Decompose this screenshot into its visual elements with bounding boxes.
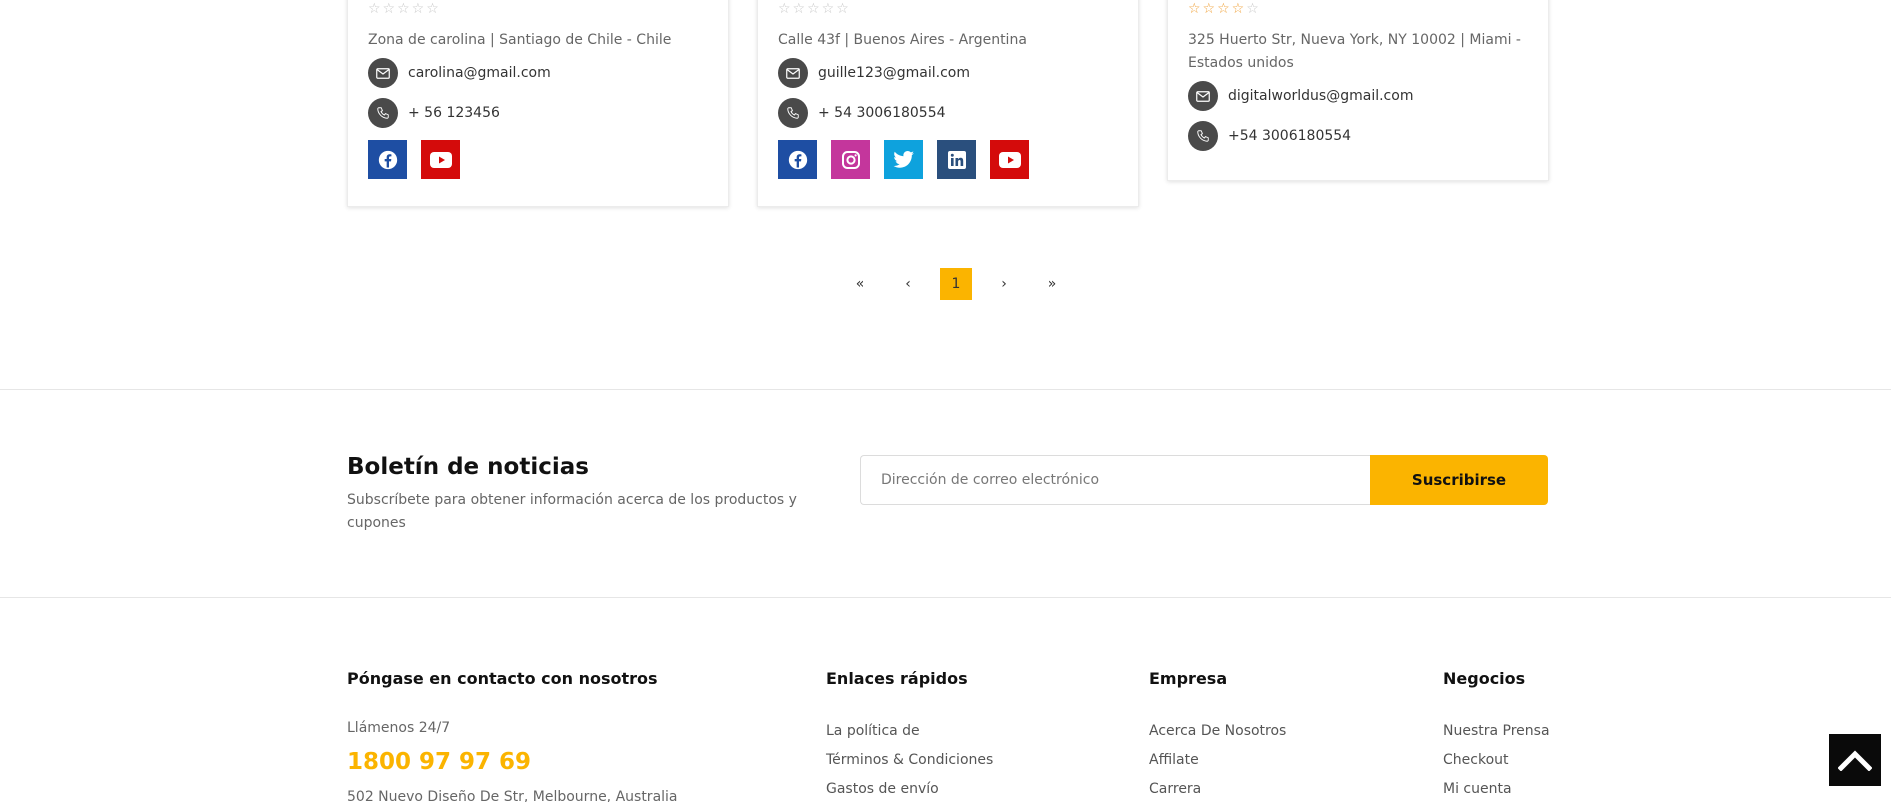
facebook-icon[interactable]: [778, 140, 817, 179]
social-links: [368, 140, 460, 179]
facebook-icon[interactable]: [368, 140, 407, 179]
store-phone-row: + 54 3006180554: [778, 98, 946, 128]
store-email-row: guille123@gmail.com: [778, 58, 970, 88]
youtube-icon[interactable]: [421, 140, 460, 179]
social-links: [778, 140, 1029, 179]
section-divider: [0, 389, 1891, 390]
pagination-first[interactable]: «: [844, 268, 876, 300]
instagram-icon[interactable]: [831, 140, 870, 179]
footer-link-my-account[interactable]: Mi cuenta: [1443, 781, 1512, 797]
store-address: Zona de carolina | Santiago de Chile - C…: [368, 32, 672, 48]
phone-icon: [368, 98, 398, 128]
pagination-next[interactable]: ›: [988, 268, 1020, 300]
store-phone[interactable]: +54 3006180554: [1228, 128, 1351, 144]
store-card: ☆☆☆☆☆ 325 Huerto Str, Nueva York, NY 100…: [1167, 0, 1549, 181]
store-phone-row: + 56 123456: [368, 98, 500, 128]
linkedin-icon[interactable]: [937, 140, 976, 179]
pagination-prev[interactable]: ‹: [892, 268, 924, 300]
store-address: 325 Huerto Str, Nueva York, NY 10002 | M…: [1188, 32, 1521, 71]
footer-link-terms[interactable]: Términos & Condiciones: [826, 752, 993, 768]
footer-link-career[interactable]: Carrera: [1149, 781, 1201, 797]
page: ☆☆☆☆☆ Zona de carolina | Santiago de Chi…: [0, 0, 1891, 802]
mail-icon: [1188, 81, 1218, 111]
footer-link-press[interactable]: Nuestra Prensa: [1443, 723, 1550, 739]
twitter-icon[interactable]: [884, 140, 923, 179]
rating-stars: ☆☆☆☆☆: [368, 1, 441, 17]
footer-link-policy[interactable]: La política de: [826, 723, 920, 739]
footer-quick-links-heading: Enlaces rápidos: [826, 669, 968, 688]
pagination: « ‹ 1 › »: [844, 268, 1068, 300]
footer-call-label: Llámenos 24/7: [347, 720, 451, 736]
footer-contact-heading: Póngase en contacto con nosotros: [347, 669, 658, 688]
newsletter-subtitle: Subscríbete para obtener información ace…: [347, 492, 797, 531]
store-email-row: carolina@gmail.com: [368, 58, 551, 88]
rating-stars-filled: ☆☆☆☆: [1188, 1, 1247, 17]
store-email[interactable]: carolina@gmail.com: [408, 65, 551, 81]
store-email-row: digitalworldus@gmail.com: [1188, 81, 1413, 111]
store-email[interactable]: digitalworldus@gmail.com: [1228, 88, 1413, 104]
store-phone[interactable]: + 54 3006180554: [818, 105, 946, 121]
newsletter-email-input[interactable]: [860, 455, 1370, 505]
rating-stars: ☆☆☆☆☆: [778, 1, 851, 17]
pagination-last[interactable]: »: [1036, 268, 1068, 300]
footer-business-heading: Negocios: [1443, 669, 1526, 688]
store-phone-row: +54 3006180554: [1188, 121, 1351, 151]
back-to-top-button[interactable]: [1829, 734, 1881, 786]
mail-icon: [778, 58, 808, 88]
store-card: ☆☆☆☆☆ Zona de carolina | Santiago de Chi…: [347, 0, 729, 207]
newsletter-title: Boletín de noticias: [347, 454, 589, 480]
phone-icon: [778, 98, 808, 128]
store-card: ☆☆☆☆☆ Calle 43f | Buenos Aires - Argenti…: [757, 0, 1139, 207]
newsletter-form: Suscribirse: [860, 455, 1548, 505]
youtube-icon[interactable]: [990, 140, 1029, 179]
rating-stars-empty: ☆: [1246, 1, 1261, 17]
footer-phone[interactable]: 1800 97 97 69: [347, 749, 531, 775]
chevron-up-icon: [1838, 750, 1872, 771]
rating-stars: ☆☆☆☆☆: [1188, 1, 1261, 17]
footer-link-shipping[interactable]: Gastos de envío: [826, 781, 939, 797]
footer-link-affiliate[interactable]: Affilate: [1149, 752, 1199, 768]
phone-icon: [1188, 121, 1218, 151]
store-email[interactable]: guille123@gmail.com: [818, 65, 970, 81]
section-divider: [0, 597, 1891, 598]
subscribe-button[interactable]: Suscribirse: [1370, 455, 1548, 505]
footer-link-about[interactable]: Acerca De Nosotros: [1149, 723, 1286, 739]
mail-icon: [368, 58, 398, 88]
footer-link-checkout[interactable]: Checkout: [1443, 752, 1509, 768]
footer-company-heading: Empresa: [1149, 669, 1228, 688]
store-phone[interactable]: + 56 123456: [408, 105, 500, 121]
store-address: Calle 43f | Buenos Aires - Argentina: [778, 32, 1027, 48]
pagination-page-current[interactable]: 1: [940, 268, 972, 300]
footer-address: 502 Nuevo Diseño De Str, Melbourne, Aust…: [347, 789, 678, 802]
